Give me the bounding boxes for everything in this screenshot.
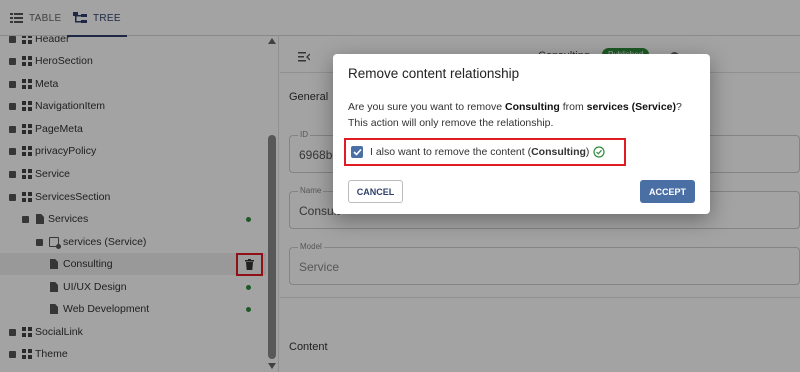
checkbox-label-suffix: ): [585, 146, 590, 158]
message-target: services (Service): [586, 101, 676, 113]
checkbox-label-item: Consulting: [531, 146, 586, 158]
cancel-button[interactable]: CANCEL: [348, 180, 403, 203]
remove-content-checkbox[interactable]: [351, 146, 363, 158]
dialog-message: Are you sure you want to remove Consulti…: [348, 99, 693, 131]
check-circle-icon: [593, 146, 606, 158]
dialog-title: Remove content relationship: [348, 66, 520, 81]
remove-content-checkbox-row[interactable]: I also want to remove the content (Consu…: [344, 138, 626, 166]
checkbox-label-prefix: I also want to remove the content (: [370, 146, 532, 158]
message-text: from: [559, 101, 587, 113]
message-item: Consulting: [505, 101, 560, 113]
message-text: Are you sure you want to remove: [348, 101, 505, 113]
accept-button[interactable]: ACCEPT: [640, 180, 695, 203]
checkmark-icon: [352, 148, 362, 156]
